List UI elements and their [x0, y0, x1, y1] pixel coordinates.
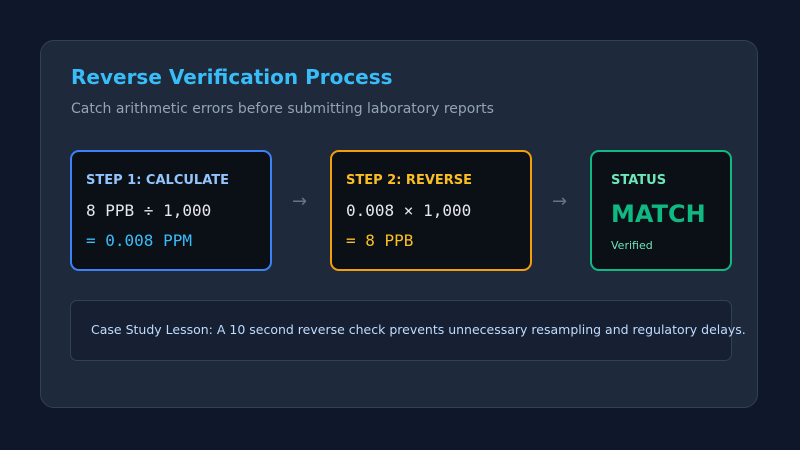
step-reverse-result: = 8 PPB — [346, 231, 414, 250]
arrow-right-icon: → — [552, 191, 568, 212]
lesson-text: Case Study Lesson: A 10 second reverse c… — [91, 322, 746, 337]
status-note: Verified — [611, 239, 653, 252]
arrow-right-icon: → — [292, 191, 308, 212]
step-reverse-label: STEP 2: REVERSE — [346, 173, 473, 188]
step-calculate-expression: 8 PPB ÷ 1,000 — [86, 201, 212, 220]
verification-card: Reverse Verification Process Catch arith… — [40, 40, 758, 408]
step-calculate-box: STEP 1: CALCULATE 8 PPB ÷ 1,000 = 0.008 … — [70, 150, 272, 271]
step-calculate-result: = 0.008 PPM — [86, 231, 192, 250]
page-title: Reverse Verification Process — [71, 65, 393, 89]
status-value: MATCH — [611, 200, 706, 228]
lesson-callout: Case Study Lesson: A 10 second reverse c… — [70, 300, 746, 361]
step-reverse-expression: 0.008 × 1,000 — [346, 201, 472, 220]
status-box: STATUS MATCH Verified — [590, 150, 732, 271]
status-label: STATUS — [611, 173, 667, 188]
page-subtitle: Catch arithmetic errors before submittin… — [71, 101, 494, 117]
step-calculate-label: STEP 1: CALCULATE — [86, 173, 229, 188]
step-reverse-box: STEP 2: REVERSE 0.008 × 1,000 = 8 PPB — [330, 150, 532, 271]
